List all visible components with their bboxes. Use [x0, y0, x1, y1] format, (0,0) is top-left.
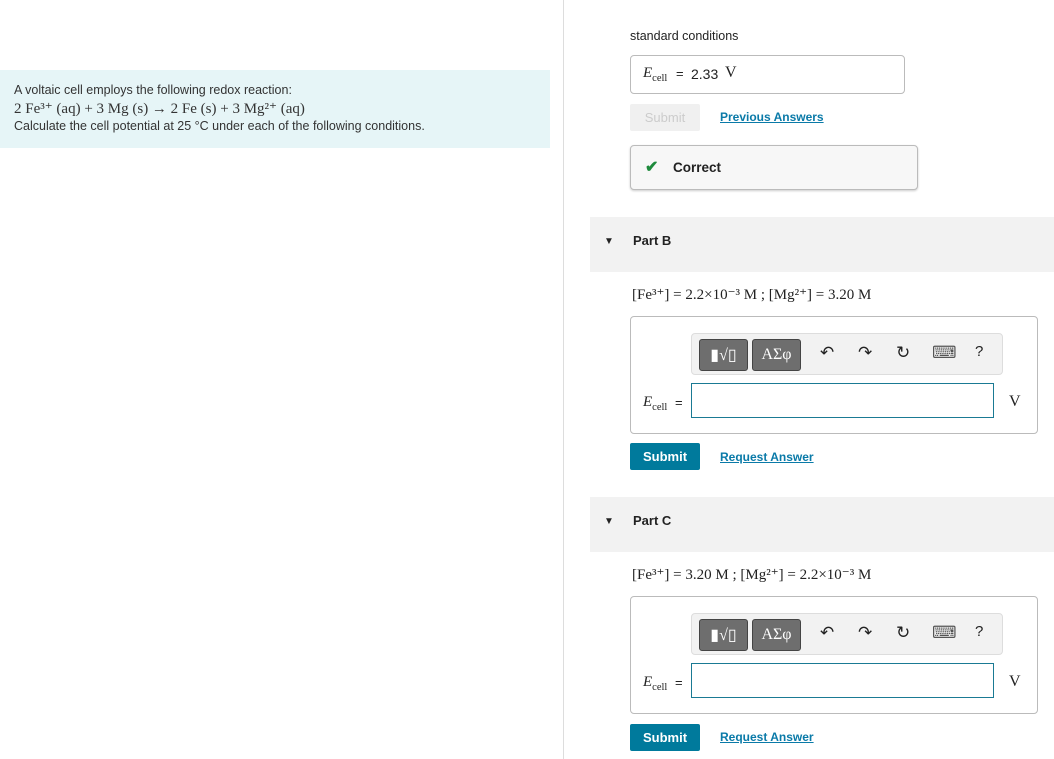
e-label: Ecell	[643, 674, 668, 693]
greek-symbols-button[interactable]: ΑΣφ	[752, 619, 801, 651]
reset-icon[interactable]: ↻	[896, 343, 910, 363]
part-b-header[interactable]: ▼ Part B	[590, 217, 1054, 272]
part-b-answer-box: ▮√▯ ΑΣφ ↶ ↷ ↻ ⌨ ? Ecell = V	[630, 316, 1038, 434]
equals: =	[675, 675, 683, 690]
caret-down-icon: ▼	[604, 236, 614, 247]
check-icon: ✔	[645, 159, 659, 176]
problem-intro: A voltaic cell employs the following red…	[14, 83, 292, 97]
part-c-title: Part C	[633, 513, 672, 528]
part-b-request-answer-link[interactable]: Request Answer	[720, 450, 814, 464]
keyboard-icon[interactable]: ⌨	[932, 343, 957, 363]
part-c-request-answer-link[interactable]: Request Answer	[720, 730, 814, 744]
previous-answers-link[interactable]: Previous Answers	[720, 110, 824, 124]
part-c-header[interactable]: ▼ Part C	[590, 497, 1054, 552]
answer-unit: V	[725, 64, 737, 81]
undo-icon[interactable]: ↶	[820, 623, 834, 643]
feedback-text: Correct	[673, 160, 722, 175]
redo-icon[interactable]: ↷	[858, 343, 872, 363]
templates-button[interactable]: ▮√▯	[699, 619, 748, 651]
problem-statement: A voltaic cell employs the following red…	[0, 70, 550, 148]
e-label: Ecell	[643, 65, 668, 84]
equals: =	[675, 395, 683, 410]
redo-icon[interactable]: ↷	[858, 623, 872, 643]
equals: =	[676, 66, 684, 81]
answer-unit: V	[1009, 673, 1021, 690]
feedback-correct: ✔ Correct	[630, 145, 918, 190]
math-toolbar: ▮√▯ ΑΣφ ↶ ↷ ↻ ⌨ ?	[691, 333, 1003, 375]
caret-down-icon: ▼	[604, 516, 614, 527]
column-divider	[563, 0, 564, 759]
templates-button[interactable]: ▮√▯	[699, 339, 748, 371]
problem-instruction: Calculate the cell potential at 25 °C un…	[14, 119, 425, 133]
part-c-answer-box: ▮√▯ ΑΣφ ↶ ↷ ↻ ⌨ ? Ecell = V	[630, 596, 1038, 714]
part-a-submit-button[interactable]: Submit	[630, 104, 700, 131]
help-icon[interactable]: ?	[975, 623, 983, 640]
answer-unit: V	[1009, 393, 1021, 410]
part-b-conditions: [Fe³⁺] = 2.2×10⁻³ M ; [Mg²⁺] = 3.20 M	[632, 287, 872, 303]
part-a-answer-display: Ecell = 2.33 V	[630, 55, 905, 94]
part-a-condition: standard conditions	[630, 29, 739, 43]
undo-icon[interactable]: ↶	[820, 343, 834, 363]
greek-symbols-button[interactable]: ΑΣφ	[752, 339, 801, 371]
part-c-submit-button[interactable]: Submit	[630, 724, 700, 751]
part-b-answer-input[interactable]	[691, 383, 994, 418]
part-b-submit-button[interactable]: Submit	[630, 443, 700, 470]
reset-icon[interactable]: ↻	[896, 623, 910, 643]
part-c-conditions: [Fe³⁺] = 3.20 M ; [Mg²⁺] = 2.2×10⁻³ M	[632, 567, 872, 583]
part-c-answer-input[interactable]	[691, 663, 994, 698]
e-label: Ecell	[643, 394, 668, 413]
math-toolbar: ▮√▯ ΑΣφ ↶ ↷ ↻ ⌨ ?	[691, 613, 1003, 655]
part-b-title: Part B	[633, 233, 672, 248]
help-icon[interactable]: ?	[975, 343, 983, 360]
keyboard-icon[interactable]: ⌨	[932, 623, 957, 643]
answer-value: 2.33	[691, 66, 719, 82]
reaction-equation: 2 Fe³⁺ (aq) + 3 Mg (s) → 2 Fe (s) + 3 Mg…	[14, 101, 305, 117]
